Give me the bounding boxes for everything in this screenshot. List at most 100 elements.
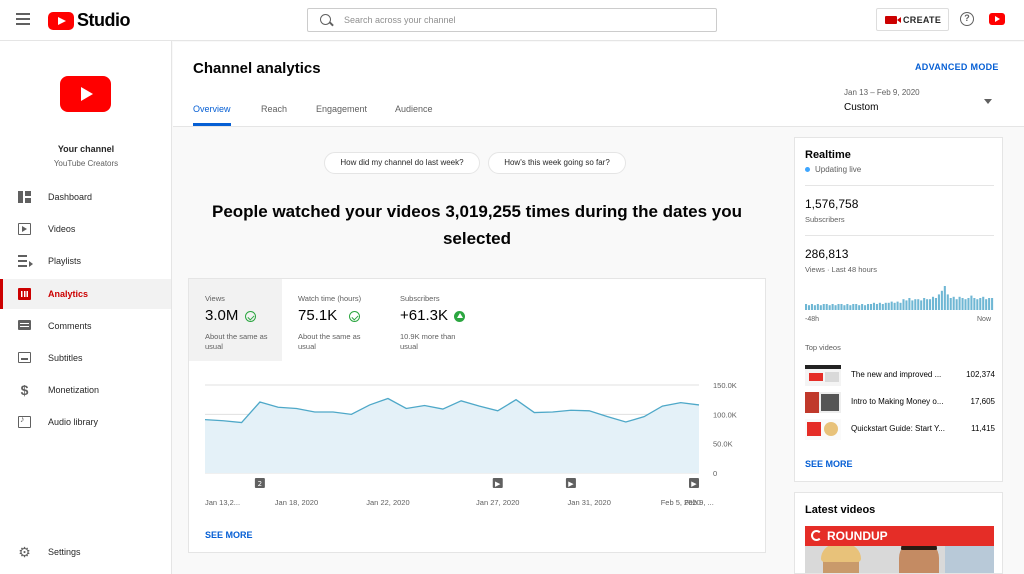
realtime-bar xyxy=(961,298,964,310)
active-tab-indicator xyxy=(193,123,231,126)
sidebar-item-label: Analytics xyxy=(48,289,89,299)
realtime-bar xyxy=(861,304,864,310)
check-circle-icon xyxy=(245,311,256,322)
tab-engagement[interactable]: Engagement xyxy=(316,104,367,114)
realtime-card: Realtime Updating live 1,576,758 Subscri… xyxy=(794,137,1003,482)
sidebar-item-audio-library[interactable]: Audio library xyxy=(0,407,171,437)
sidebar-item-label: Playlists xyxy=(48,256,82,266)
app-name: Studio xyxy=(77,10,131,30)
top-bar: Studio CREATE ? xyxy=(0,0,1024,41)
create-label: CREATE xyxy=(903,14,942,25)
live-indicator-icon xyxy=(805,167,810,172)
realtime-bar xyxy=(825,304,828,310)
sidebar-item-monetization[interactable]: $ Monetization xyxy=(0,375,171,405)
date-range-text[interactable]: Jan 13 – Feb 9, 2020 xyxy=(844,88,920,97)
realtime-bar xyxy=(908,298,911,310)
see-more-link[interactable]: SEE MORE xyxy=(205,530,253,540)
top-video-row[interactable]: The new and improved ... 102,374 xyxy=(805,365,995,387)
realtime-bar xyxy=(979,298,982,310)
x-tick-label: Jan 13,2... xyxy=(205,498,240,507)
realtime-bar xyxy=(940,290,943,310)
gear-icon: ⚙ xyxy=(18,544,31,560)
question-chip-this-week[interactable]: How's this week going so far? xyxy=(488,152,626,174)
thumbnail-banner: ROUNDUP xyxy=(805,526,994,546)
metric-value: 3.0M xyxy=(205,307,239,324)
top-video-row[interactable]: Intro to Making Money o... 17,605 xyxy=(805,392,995,414)
arrow-up-icon xyxy=(454,311,465,322)
metric-label: Watch time (hours) xyxy=(298,294,362,303)
realtime-bar xyxy=(869,304,873,310)
x-tick-label: Jan 22, 2020 xyxy=(366,498,409,507)
metric-watch-time[interactable]: Watch time (hours) 75.1K About the same … xyxy=(282,279,384,361)
metric-value: +61.3K xyxy=(400,307,448,324)
realtime-bar xyxy=(985,299,988,310)
search-box[interactable] xyxy=(307,8,717,32)
thumbnail-person xyxy=(821,544,861,573)
sidebar-item-dashboard[interactable]: Dashboard xyxy=(0,182,171,212)
realtime-bar xyxy=(991,298,994,310)
analytics-header: Channel analytics ADVANCED MODE Overview… xyxy=(173,42,1024,127)
realtime-see-more-link[interactable]: SEE MORE xyxy=(805,459,853,469)
realtime-bar xyxy=(988,298,991,310)
comments-icon xyxy=(18,320,31,330)
top-video-views: 11,415 xyxy=(971,424,995,433)
realtime-bar xyxy=(943,286,946,310)
metric-label: Subscribers xyxy=(400,294,440,303)
realtime-bar xyxy=(834,305,837,310)
tab-audience[interactable]: Audience xyxy=(395,104,433,114)
sidebar: Your channel YouTube Creators Dashboard … xyxy=(0,41,172,574)
x-tick-label: Jan 18, 2020 xyxy=(275,498,318,507)
dollar-icon: $ xyxy=(20,382,29,398)
realtime-bar xyxy=(875,304,878,310)
studio-logo[interactable]: Studio xyxy=(48,10,131,31)
sidebar-item-videos[interactable]: Videos xyxy=(0,214,171,244)
top-video-row[interactable]: Quickstart Guide: Start Y... 11,415 xyxy=(805,419,995,441)
sidebar-item-settings[interactable]: ⚙ Settings xyxy=(0,537,171,567)
latest-video-thumbnail[interactable]: ROUNDUP xyxy=(805,526,994,573)
realtime-bar xyxy=(881,304,884,310)
channel-avatar[interactable] xyxy=(60,76,111,112)
realtime-bar xyxy=(917,299,920,310)
realtime-bar-chart[interactable] xyxy=(805,286,994,310)
dashboard-icon xyxy=(18,191,31,203)
axis-end-label: Now xyxy=(977,316,992,323)
realtime-bar xyxy=(837,304,840,310)
sidebar-item-analytics[interactable]: Analytics xyxy=(0,279,171,309)
menu-icon[interactable] xyxy=(16,13,30,25)
tab-reach[interactable]: Reach xyxy=(261,104,287,114)
realtime-bar xyxy=(973,298,976,310)
realtime-bar xyxy=(858,305,861,310)
help-icon[interactable]: ? xyxy=(960,12,974,26)
realtime-bar xyxy=(864,305,867,310)
marker-label: ▶ xyxy=(568,480,574,488)
tab-overview[interactable]: Overview xyxy=(193,104,231,114)
sidebar-item-label: Monetization xyxy=(48,385,100,395)
realtime-bar xyxy=(923,298,926,310)
realtime-bar xyxy=(846,304,849,310)
search-input[interactable] xyxy=(344,9,704,31)
sidebar-item-label: Audio library xyxy=(48,417,99,427)
top-videos-title: Top videos xyxy=(805,343,841,352)
metric-note: 10.9K more than usual xyxy=(400,332,456,351)
advanced-mode-link[interactable]: ADVANCED MODE xyxy=(915,62,999,72)
chevron-down-icon[interactable] xyxy=(984,99,992,104)
realtime-bar xyxy=(976,299,979,310)
top-video-views: 17,605 xyxy=(970,397,995,406)
sidebar-item-label: Subtitles xyxy=(48,353,83,363)
search-icon xyxy=(320,14,331,25)
x-tick-label: Jan 27, 2020 xyxy=(476,498,519,507)
realtime-bar xyxy=(822,304,825,310)
metric-views[interactable]: Views 3.0M About the same as usual xyxy=(189,279,282,361)
sidebar-item-subtitles[interactable]: Subtitles xyxy=(0,343,171,373)
views-area-chart[interactable]: 150.0K 100.0K 50.0K 0 2 ▶ ▶ ▶ Jan 13,2... Jan 18,… xyxy=(189,361,765,521)
realtime-bar xyxy=(899,302,902,310)
create-button[interactable]: CREATE xyxy=(876,8,949,31)
question-chip-last-week[interactable]: How did my channel do last week? xyxy=(324,152,480,174)
metric-subscribers[interactable]: Subscribers +61.3K 10.9K more than usual xyxy=(384,279,486,361)
account-avatar[interactable] xyxy=(989,13,1005,25)
realtime-bar xyxy=(902,299,905,310)
sidebar-item-playlists[interactable]: Playlists xyxy=(0,246,171,276)
divider xyxy=(805,235,994,236)
date-preset[interactable]: Custom xyxy=(844,102,878,113)
sidebar-item-comments[interactable]: Comments xyxy=(0,311,171,341)
